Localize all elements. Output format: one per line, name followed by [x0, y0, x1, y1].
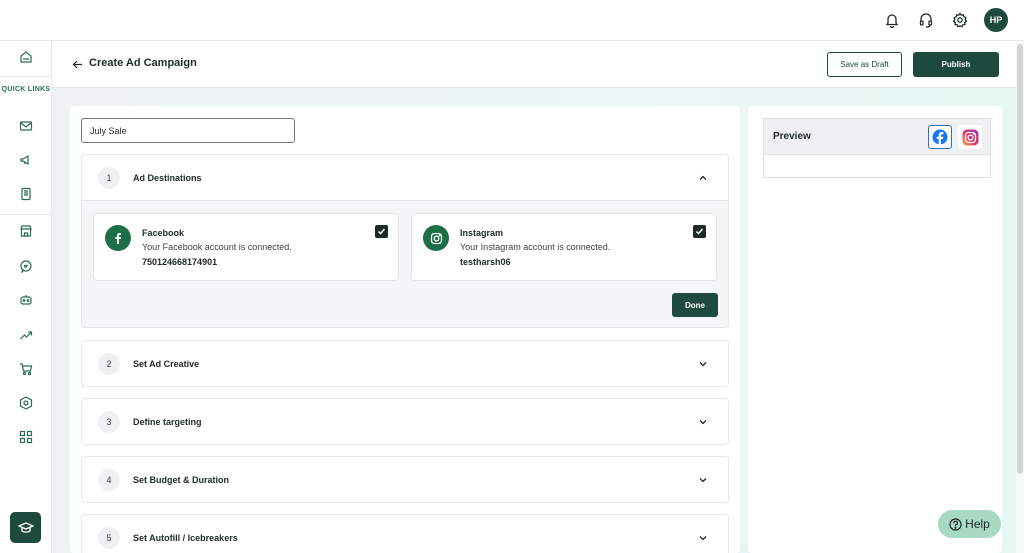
bot-icon[interactable] [16, 290, 36, 310]
step-set-budget-duration[interactable]: 4 Set Budget & Duration [81, 456, 729, 503]
apps-grid-icon[interactable] [16, 427, 36, 447]
preview-title: Preview [773, 131, 811, 142]
chevron-up-icon[interactable] [698, 173, 708, 183]
destination-name: Instagram [460, 228, 504, 238]
hexagon-icon[interactable] [16, 393, 36, 413]
instagram-icon [423, 225, 449, 251]
preview-box: Preview [763, 118, 991, 178]
academy-icon[interactable] [10, 512, 41, 543]
save-draft-button[interactable]: Save as Draft [827, 52, 902, 77]
megaphone-icon[interactable] [16, 150, 36, 170]
done-button[interactable]: Done [672, 293, 718, 317]
preview-panel: Preview [748, 106, 1002, 553]
sidebar: QUICK LINKS [0, 41, 52, 553]
destination-card-instagram: Instagram Your Instagram account is conn… [411, 213, 717, 281]
home-icon[interactable] [16, 47, 36, 67]
sidebar-divider [0, 76, 52, 77]
scrollbar-thumb[interactable] [1017, 44, 1023, 474]
step-number: 3 [98, 411, 120, 433]
chevron-down-icon[interactable] [698, 417, 708, 427]
step-title: Ad Destinations [133, 173, 202, 183]
step-define-targeting[interactable]: 3 Define targeting [81, 398, 729, 445]
instagram-icon [962, 129, 978, 145]
instagram-checkbox[interactable] [693, 225, 706, 238]
help-label: Help [965, 517, 990, 531]
campaign-name-input[interactable] [81, 118, 295, 143]
avatar[interactable]: HP [984, 8, 1008, 32]
destination-description: Your Facebook account is connected. [142, 242, 292, 252]
top-actions: HP [882, 8, 1008, 32]
cart-icon[interactable] [16, 359, 36, 379]
mail-icon[interactable] [16, 116, 36, 136]
facebook-checkbox[interactable] [375, 225, 388, 238]
quick-links-label: QUICK LINKS [1, 86, 51, 93]
preview-facebook-toggle[interactable] [928, 125, 952, 149]
destination-description: Your Instagram account is connected. [460, 242, 611, 252]
step-title: Set Budget & Duration [133, 475, 229, 485]
growth-icon[interactable] [16, 325, 36, 345]
step-set-autofill-icebreakers[interactable]: 5 Set Autofill / Icebreakers [81, 514, 729, 553]
back-arrow-icon[interactable] [72, 57, 86, 71]
store-icon[interactable] [16, 221, 36, 241]
step-title: Set Ad Creative [133, 359, 200, 369]
top-bar: HP [0, 0, 1024, 41]
step-header[interactable]: 1 Ad Destinations [82, 155, 728, 201]
facebook-icon [932, 129, 948, 145]
destination-account-id: 750124668174901 [142, 257, 218, 267]
chevron-down-icon[interactable] [698, 475, 708, 485]
step-number: 4 [98, 469, 120, 491]
destination-card-facebook: Facebook Your Facebook account is connec… [93, 213, 399, 281]
chevron-down-icon[interactable] [698, 533, 708, 543]
destination-account-id: testharsh06 [460, 257, 511, 267]
step-number: 2 [98, 353, 120, 375]
step-title: Define targeting [133, 417, 202, 427]
chevron-down-icon[interactable] [698, 359, 708, 369]
question-circle-icon [949, 517, 962, 531]
chat-icon[interactable] [16, 256, 36, 276]
campaign-form: 1 Ad Destinations Facebook Your Facebook… [70, 106, 740, 553]
step-number: 1 [98, 167, 120, 189]
settings-icon[interactable] [950, 10, 970, 30]
publish-button[interactable]: Publish [913, 52, 999, 77]
book-icon[interactable] [16, 184, 36, 204]
headset-icon[interactable] [916, 10, 936, 30]
page-title: Create Ad Campaign [89, 57, 197, 69]
step-title: Set Autofill / Icebreakers [133, 533, 238, 543]
preview-instagram-toggle[interactable] [958, 125, 982, 149]
help-button[interactable]: Help [938, 510, 1001, 538]
facebook-icon [105, 225, 131, 251]
step-number: 5 [98, 527, 120, 549]
bell-icon[interactable] [882, 10, 902, 30]
page-header: Create Ad Campaign Save as Draft Publish [52, 41, 1024, 88]
step-ad-destinations: 1 Ad Destinations Facebook Your Facebook… [81, 154, 729, 328]
preview-header: Preview [764, 119, 990, 155]
step-set-ad-creative[interactable]: 2 Set Ad Creative [81, 340, 729, 387]
destination-name: Facebook [142, 228, 185, 238]
sidebar-divider [0, 214, 52, 215]
